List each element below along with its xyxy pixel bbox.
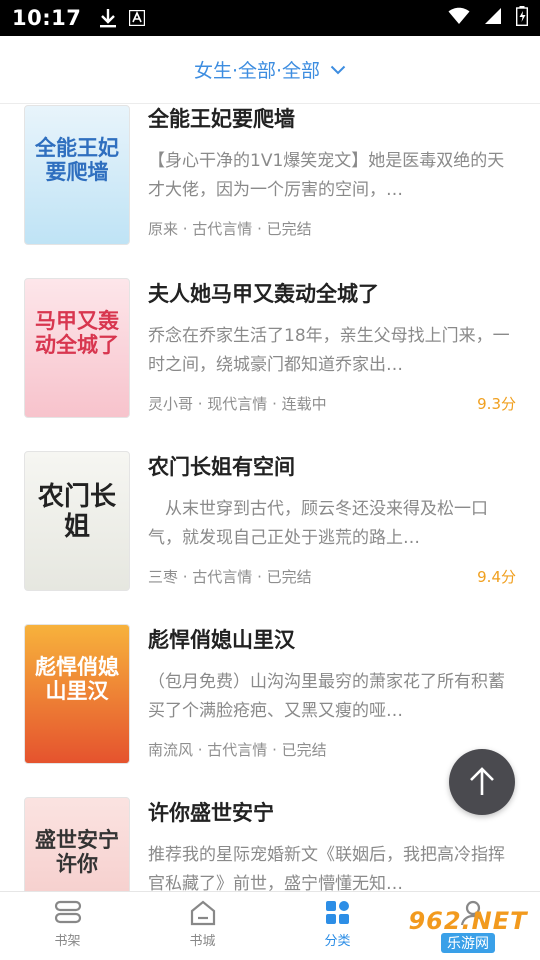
book-item[interactable]: 全能王妃要爬墙 全能王妃要爬墙 【身心干净的1V1爆笑宠文】她是医毒双绝的天才大… [0,105,540,275]
book-description: 【身心干净的1V1爆笑宠文】她是医毒双绝的天才大佬，因为一个厉害的空间，… [148,151,505,200]
bookstore-icon [190,900,215,926]
book-description: （包月免费）山沟沟里最穷的萧家花了所有积蓄买了个满脸疮疤、又黑又瘦的哑… [148,672,505,721]
nav-label: 书架 [54,934,81,949]
cover-title: 盛世安宁 许你 [35,827,119,876]
cover-title: 彪悍俏媳山里汉 [35,654,119,703]
category-icon [325,901,349,924]
book-title[interactable]: 全能王妃要爬墙 [148,105,295,133]
font-icon [129,10,146,26]
filter-dropdown[interactable]: 女生·全部·全部 [0,36,540,104]
book-title[interactable]: 农门长姐有空间 [148,451,295,481]
book-score: 9.4分 [477,568,516,586]
download-icon [99,8,117,28]
book-description: 从末世穿到古代，顾云冬还没来得及松一口气，就发现自己正处于逃荒的路上… [148,499,488,548]
book-title[interactable]: 夫人她马甲又轰动全城了 [148,278,379,308]
book-cover[interactable]: 全能王妃要爬墙 [24,105,130,245]
book-item[interactable]: 农门长姐 农门长姐有空间 从末世穿到古代，顾云冬还没来得及松一口气，就发现自己正… [0,451,540,621]
watermark-bottom: 乐游网 [441,933,495,953]
book-title[interactable]: 许你盛世安宁 [148,797,274,827]
nav-label: 书城 [189,934,216,949]
book-cover[interactable]: 彪悍俏媳山里汉 [24,624,130,764]
nav-bookshelf[interactable]: 书架 [0,892,135,960]
signal-icon [484,7,502,29]
cover-title: 全能王妃要爬墙 [35,135,119,184]
book-meta: 南流风 · 古代言情 · 已完结 [148,741,327,759]
book-meta: 三枣 · 古代言情 · 已完结 [148,568,312,586]
book-meta: 灵小哥 · 现代言情 · 连载中 [148,395,327,413]
book-score: 9.3分 [477,395,516,413]
nav-bookstore[interactable]: 书城 [135,892,270,960]
cover-title: 马甲又轰动全城了 [35,308,119,357]
book-description: 乔念在乔家生活了18年，亲生父母找上门来，一时之间，绕城豪门都知道乔家出… [148,326,510,375]
book-cover[interactable]: 农门长姐 [24,451,130,591]
battery-icon [515,6,529,30]
arrow-up-icon [470,767,494,795]
book-description: 推荐我的星际宠婚新文《联姻后，我把高冷指挥官私藏了》前世，盛宁懵懂无知… [148,845,505,891]
status-bar: 10:17 [0,0,540,36]
book-meta: 原来 · 古代言情 · 已完结 [148,220,312,238]
nav-category[interactable]: 分类 [270,892,405,960]
status-time: 10:17 [12,6,82,30]
watermark-top: 962.NET [408,907,528,935]
cover-title: 农门长姐 [37,482,116,542]
book-cover[interactable]: 马甲又轰动全城了 [24,278,130,418]
bookshelf-icon [54,900,81,924]
book-item[interactable]: 盛世安宁 许你 许你盛世安宁 推荐我的星际宠婚新文《联姻后，我把高冷指挥官私藏了… [0,797,540,891]
nav-label: 分类 [324,934,351,949]
watermark-logo: 962.NET 乐游网 [400,905,536,955]
wifi-icon [448,7,470,29]
book-item[interactable]: 马甲又轰动全城了 夫人她马甲又轰动全城了 乔念在乔家生活了18年，亲生父母找上门… [0,278,540,448]
chevron-down-icon [330,65,346,75]
book-title[interactable]: 彪悍俏媳山里汉 [148,624,295,654]
scroll-to-top-button[interactable] [449,749,515,815]
book-cover[interactable]: 盛世安宁 许你 [24,797,130,891]
filter-label: 女生·全部·全部 [193,60,321,82]
